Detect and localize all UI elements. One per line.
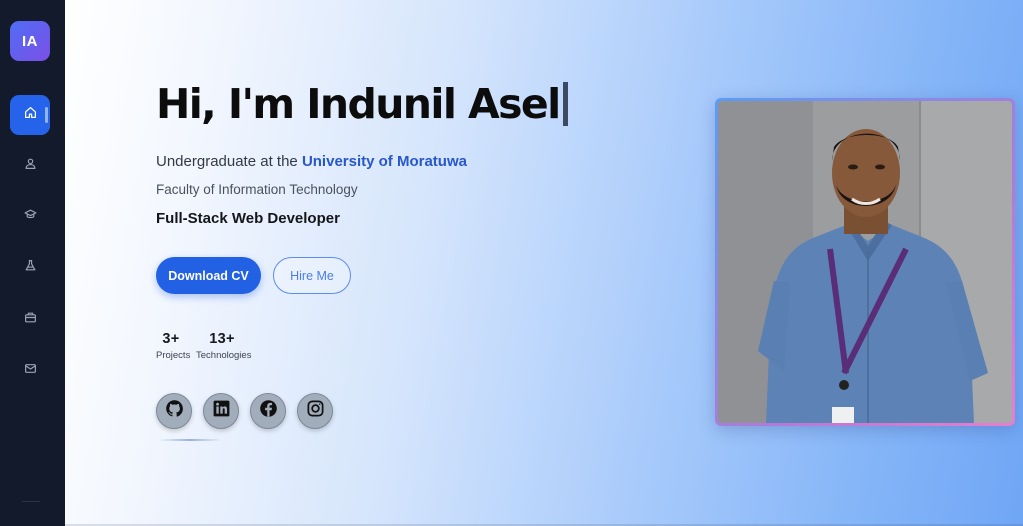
flask-icon <box>24 259 37 277</box>
stat-label: Technologies <box>196 350 252 361</box>
linkedin-link[interactable] <box>203 393 239 429</box>
home-icon <box>24 106 37 124</box>
github-link[interactable] <box>156 393 192 429</box>
profile-photo-frame <box>715 98 1015 426</box>
person-illustration <box>718 101 1012 423</box>
stat-projects: 3+ Projects <box>156 331 191 361</box>
education-line: Undergraduate at the University of Morat… <box>156 153 467 170</box>
nav-portfolio[interactable] <box>10 300 50 340</box>
briefcase-icon <box>24 311 37 329</box>
nav-home[interactable] <box>10 95 50 135</box>
stat-technologies: 13+ Technologies <box>196 331 252 361</box>
sidebar: IA <box>0 0 65 526</box>
page-title: Hi, I'm Indunil Asel <box>156 80 568 128</box>
nav-about[interactable] <box>10 146 50 186</box>
download-cv-button[interactable]: Download CV <box>156 257 261 294</box>
university-link[interactable]: University of Moratuwa <box>302 153 467 170</box>
typing-cursor <box>562 82 568 126</box>
scroll-indicator <box>158 439 222 441</box>
instagram-icon <box>306 399 325 423</box>
github-icon <box>165 399 184 423</box>
role-line: Full-Stack Web Developer <box>156 210 340 227</box>
stat-value: 13+ <box>209 331 235 347</box>
hero-section: Hi, I'm Indunil Asel Undergraduate at th… <box>65 0 1023 526</box>
faculty-line: Faculty of Information Technology <box>156 182 358 197</box>
facebook-icon <box>259 399 278 423</box>
facebook-link[interactable] <box>250 393 286 429</box>
hire-me-button[interactable]: Hire Me <box>273 257 351 294</box>
nav-contact[interactable] <box>10 351 50 391</box>
profile-photo <box>718 101 1012 423</box>
linkedin-icon <box>212 399 231 423</box>
graduation-cap-icon <box>23 208 37 226</box>
instagram-link[interactable] <box>297 393 333 429</box>
nav-education[interactable] <box>10 197 50 237</box>
stat-label: Projects <box>156 350 191 361</box>
stat-value: 3+ <box>162 331 180 347</box>
nav-projects[interactable] <box>10 248 50 288</box>
education-prefix: Undergraduate at the <box>156 153 302 170</box>
logo[interactable]: IA <box>10 21 50 61</box>
user-icon <box>24 157 37 175</box>
mail-icon <box>24 362 37 380</box>
headline-text: Hi, I'm Indunil Asel <box>156 80 561 128</box>
sidebar-divider <box>22 501 40 502</box>
